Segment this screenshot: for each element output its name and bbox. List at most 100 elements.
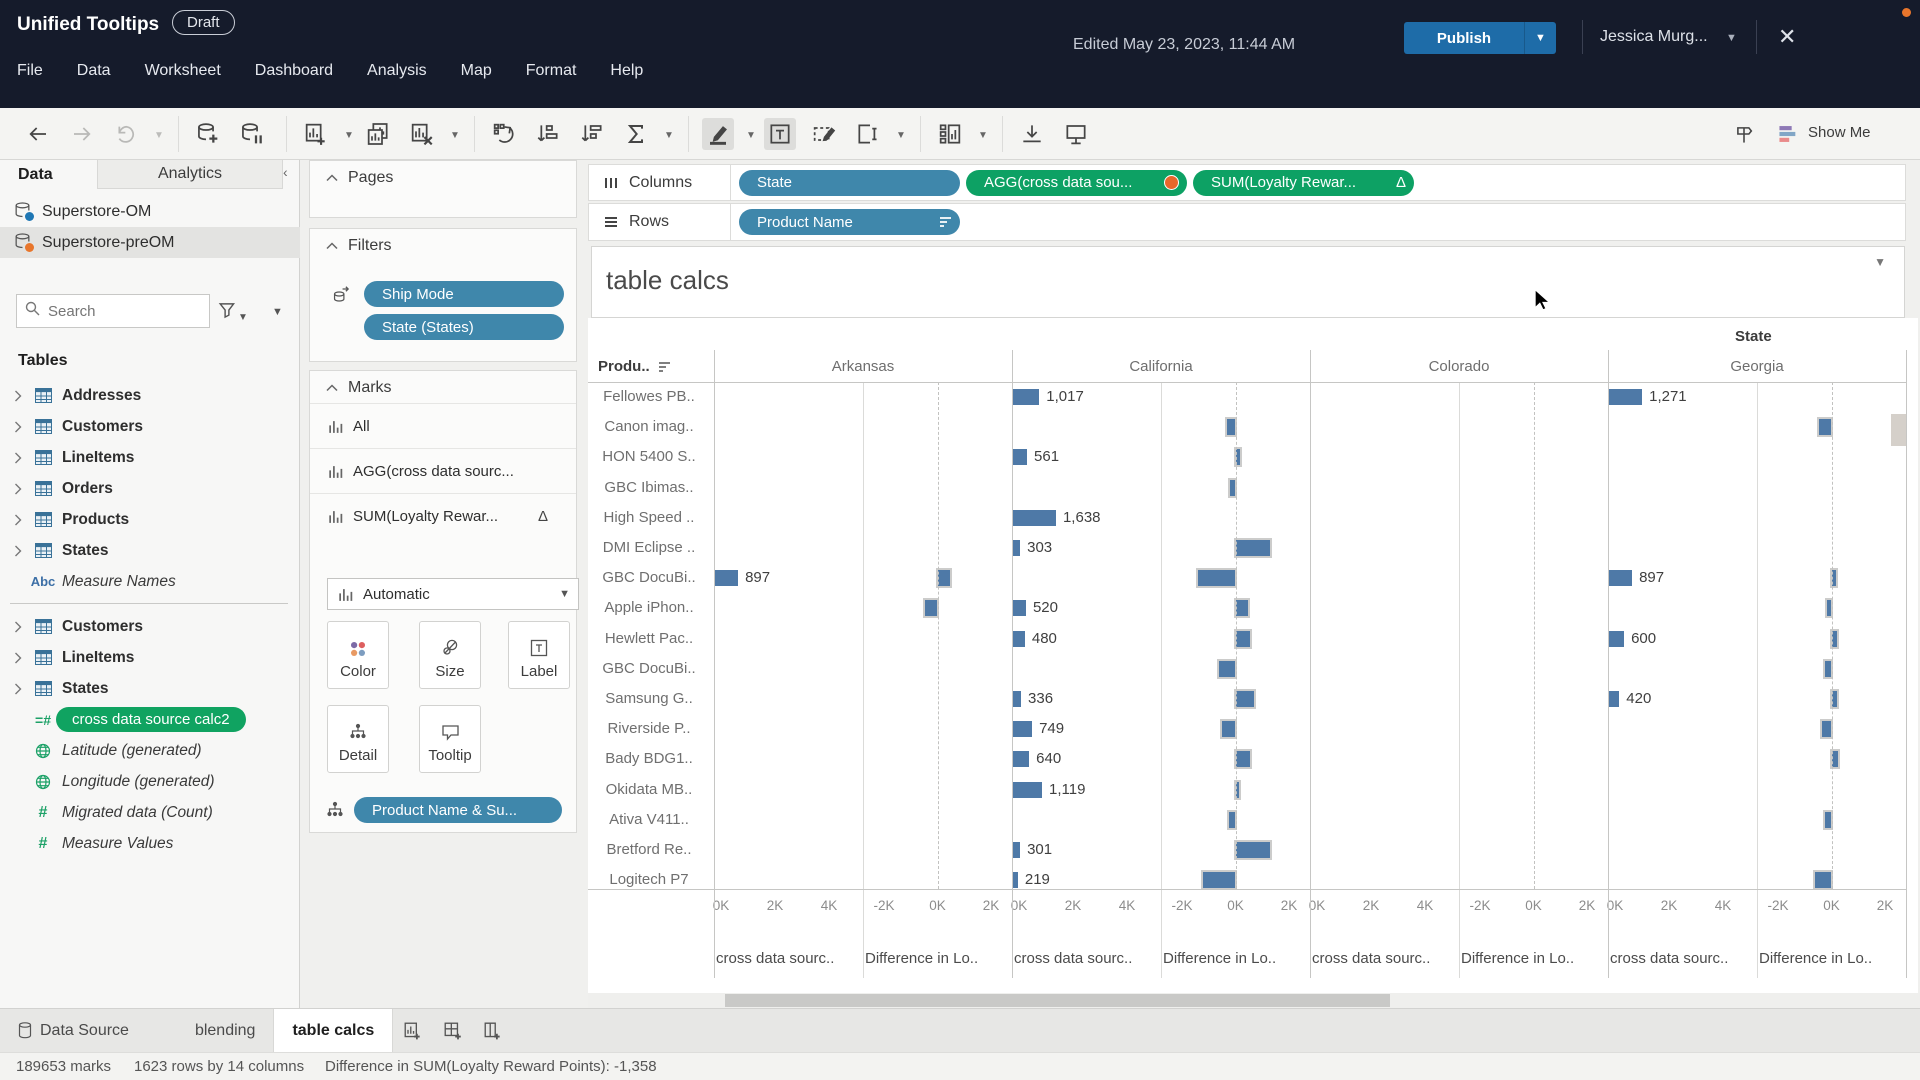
- product-row-label[interactable]: Apple iPhon..: [588, 593, 710, 623]
- field-item[interactable]: States: [0, 673, 298, 704]
- product-row-label[interactable]: Riverside P..: [588, 714, 710, 744]
- sort-ascending-icon[interactable]: [532, 118, 564, 150]
- field-item[interactable]: States: [0, 535, 298, 566]
- undo-icon[interactable]: [22, 118, 54, 150]
- expand-chevron-icon[interactable]: [14, 421, 24, 433]
- sheet-title-bar[interactable]: table calcs ▼: [591, 246, 1905, 318]
- data-source-item[interactable]: Superstore-OM: [0, 196, 300, 227]
- tooltip-button[interactable]: Tooltip: [419, 705, 481, 773]
- menu-item-map[interactable]: Map: [461, 62, 492, 80]
- row-field-header[interactable]: Produ..: [598, 358, 671, 375]
- bar-mark[interactable]: [1228, 811, 1236, 828]
- field-item[interactable]: LineItems: [0, 442, 298, 473]
- collapse-chevron-icon[interactable]: [326, 237, 338, 255]
- axis-caption-cross[interactable]: cross data sourc..: [1608, 950, 1755, 967]
- menu-item-dashboard[interactable]: Dashboard: [255, 62, 333, 80]
- new-data-source-icon[interactable]: [192, 118, 224, 150]
- clear-sheet-icon[interactable]: [406, 118, 438, 150]
- bar-mark[interactable]: [1012, 600, 1026, 617]
- new-worksheet-button[interactable]: [393, 1009, 433, 1053]
- bar-mark[interactable]: [1608, 630, 1625, 647]
- show-me-bars-icon[interactable]: [1772, 118, 1804, 150]
- product-row-label[interactable]: GBC DocuBi..: [588, 563, 710, 593]
- expand-chevron-icon[interactable]: [14, 483, 24, 495]
- filter-fields-icon[interactable]: ▼: [218, 300, 248, 325]
- product-row-label[interactable]: DMI Eclipse ..: [588, 533, 710, 563]
- bar-mark[interactable]: [1608, 389, 1643, 405]
- download-icon[interactable]: [1016, 118, 1048, 150]
- fields-menu-caret-icon[interactable]: ▼: [272, 306, 283, 318]
- shelf-pill[interactable]: State: [739, 169, 960, 196]
- shelf-pill[interactable]: AGG(cross data sou...: [966, 169, 1187, 196]
- axis-caption-cross[interactable]: cross data sourc..: [714, 950, 861, 967]
- bar-mark[interactable]: [1222, 721, 1236, 738]
- bar-mark[interactable]: [1012, 389, 1040, 405]
- axis-caption-cross[interactable]: cross data sourc..: [1310, 950, 1457, 967]
- bar-mark[interactable]: [1235, 691, 1255, 707]
- product-row-label[interactable]: High Speed ..: [588, 503, 710, 533]
- new-story-button[interactable]: [473, 1009, 513, 1053]
- data-source-item[interactable]: Superstore-preOM: [0, 227, 300, 258]
- highlight-caret-icon[interactable]: ▼: [746, 130, 756, 141]
- bar-mark[interactable]: [1608, 570, 1633, 587]
- replay-caret-icon[interactable]: ▼: [154, 130, 164, 141]
- shelf-pill[interactable]: SUM(Loyalty Rewar... Δ: [1193, 169, 1414, 196]
- menu-item-format[interactable]: Format: [526, 62, 577, 80]
- bar-mark[interactable]: [1197, 570, 1236, 587]
- product-row-label[interactable]: Ativa V411..: [588, 805, 710, 835]
- product-row-label[interactable]: Fellowes PB..: [588, 382, 710, 412]
- expand-chevron-icon[interactable]: [14, 683, 24, 695]
- bar-mark[interactable]: [1012, 449, 1028, 466]
- tab-data[interactable]: Data: [0, 160, 97, 189]
- detail-pill[interactable]: Product Name & Su...: [354, 797, 562, 823]
- collapse-pane-icon[interactable]: ‹: [283, 164, 288, 180]
- sheet-tab-table-calcs[interactable]: table calcs: [274, 1008, 394, 1053]
- bar-mark[interactable]: [1822, 721, 1832, 738]
- menu-item-analysis[interactable]: Analysis: [367, 62, 427, 80]
- bar-mark[interactable]: [1235, 540, 1271, 556]
- product-row-label[interactable]: Logitech P7: [588, 865, 710, 889]
- bar-mark[interactable]: [1203, 872, 1236, 889]
- fix-axes-icon[interactable]: [808, 118, 840, 150]
- swap-rows-columns-icon[interactable]: [488, 118, 520, 150]
- totals-caret-icon[interactable]: ▼: [664, 130, 674, 141]
- field-item[interactable]: Products: [0, 504, 298, 535]
- field-item[interactable]: =# cross data source calc2: [0, 704, 298, 735]
- product-row-label[interactable]: Bretford Re..: [588, 835, 710, 865]
- expand-chevron-icon[interactable]: [14, 621, 24, 633]
- color-button[interactable]: Color: [327, 621, 389, 689]
- product-row-label[interactable]: Canon imag..: [588, 412, 710, 442]
- expand-chevron-icon[interactable]: [14, 514, 24, 526]
- bar-mark[interactable]: [1012, 781, 1043, 798]
- filter-pill[interactable]: State (States): [364, 314, 564, 340]
- label-button[interactable]: Label: [508, 621, 570, 689]
- field-item[interactable]: # Migrated data (Count): [0, 797, 298, 828]
- bar-mark[interactable]: [1012, 630, 1025, 647]
- bar-mark[interactable]: [1012, 751, 1030, 768]
- bar-mark[interactable]: [1831, 751, 1839, 768]
- field-item[interactable]: Orders: [0, 473, 298, 504]
- user-caret-icon[interactable]: ▼: [1726, 32, 1737, 44]
- totals-icon[interactable]: [620, 118, 652, 150]
- field-item[interactable]: Addresses: [0, 380, 298, 411]
- field-item[interactable]: Abc Measure Names: [0, 566, 298, 597]
- bar-mark[interactable]: [1012, 721, 1033, 738]
- bar-mark[interactable]: [1235, 751, 1251, 768]
- collapse-chevron-icon[interactable]: [326, 169, 338, 187]
- clear-sheet-caret-icon[interactable]: ▼: [450, 130, 460, 141]
- bar-mark[interactable]: [1608, 691, 1620, 707]
- field-item[interactable]: Longitude (generated): [0, 766, 298, 797]
- fit-icon[interactable]: [852, 118, 884, 150]
- field-item[interactable]: LineItems: [0, 642, 298, 673]
- bar-mark[interactable]: [1012, 691, 1022, 707]
- product-row-label[interactable]: GBC DocuBi..: [588, 654, 710, 684]
- publish-dropdown-caret-icon[interactable]: ▼: [1524, 22, 1556, 54]
- menu-item-worksheet[interactable]: Worksheet: [145, 62, 221, 80]
- show-cards-icon[interactable]: [934, 118, 966, 150]
- highlight-icon[interactable]: [702, 118, 734, 150]
- bar-mark[interactable]: [1219, 660, 1236, 677]
- show-me-button[interactable]: Show Me: [1808, 124, 1871, 141]
- show-cards-caret-icon[interactable]: ▼: [978, 130, 988, 141]
- menu-item-file[interactable]: File: [17, 62, 43, 80]
- pause-auto-updates-icon[interactable]: [236, 118, 268, 150]
